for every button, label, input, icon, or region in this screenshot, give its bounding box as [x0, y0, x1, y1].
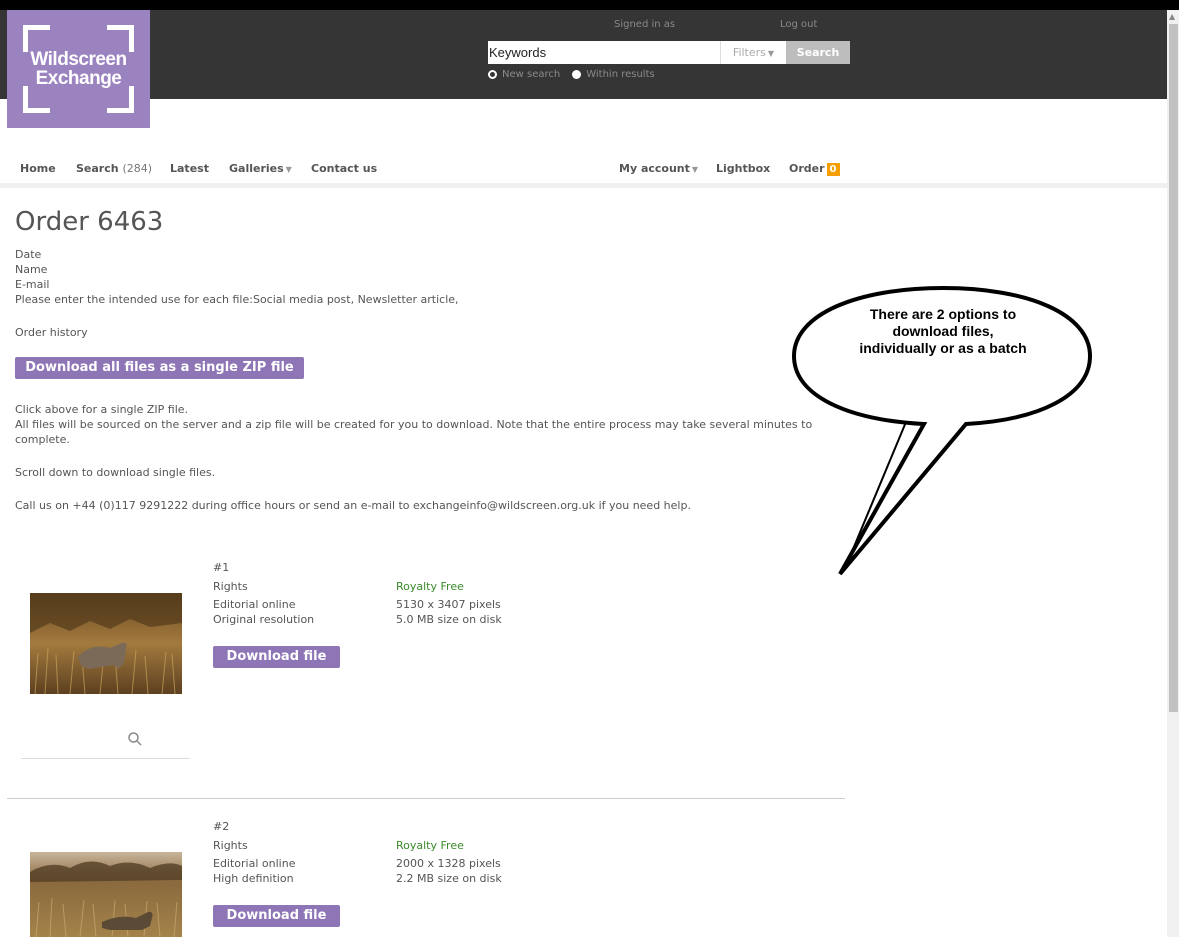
browser-top-bar — [0, 0, 1179, 10]
item-2-size: 2.2 MB size on disk — [396, 872, 502, 885]
radio-within-results-label: Within results — [586, 69, 655, 80]
zip-line-1: Click above for a single ZIP file. — [15, 403, 189, 416]
radio-new-search-label: New search — [502, 69, 561, 80]
radio-within-results[interactable] — [572, 70, 582, 79]
search-scope-radios: New search Within results — [488, 69, 667, 80]
logo-corner-icon — [107, 25, 134, 52]
search-button[interactable]: Search — [786, 41, 850, 64]
callout-line-1: There are 2 options to — [869, 306, 1017, 322]
item-1-rights-label: Rights — [213, 580, 248, 593]
item-1-resolution: Original resolution — [213, 613, 315, 626]
nav-search-label: Search — [76, 162, 119, 175]
nav-lightbox[interactable]: Lightbox — [716, 162, 770, 175]
logo-line-1: Wildscreen — [30, 49, 127, 70]
zip-instructions: Click above for a single ZIP file. All f… — [15, 402, 835, 447]
nav-order-label: Order — [789, 162, 825, 175]
nav-home[interactable]: Home — [20, 162, 56, 175]
item-2-rights-label: Rights — [213, 839, 248, 852]
order-history-link[interactable]: Order history — [15, 326, 88, 339]
item-2-pixels: 2000 x 1328 pixels — [396, 857, 501, 870]
caret-down-icon: ▼ — [691, 165, 699, 174]
page-title: Order 6463 — [15, 207, 164, 237]
nav-galleries[interactable]: Galleries ▼ — [229, 162, 292, 175]
site-logo[interactable]: Wildscreen Exchange — [7, 10, 150, 128]
search-icon[interactable] — [127, 731, 143, 747]
callout-text: There are 2 options to download files, i… — [830, 306, 1056, 357]
search-input[interactable]: Keywords — [488, 41, 720, 64]
item-2-download-button[interactable]: Download file — [213, 905, 340, 927]
item-2-resolution: High definition — [213, 872, 294, 885]
nav-galleries-label: Galleries — [229, 162, 284, 175]
item-2-number: #2 — [213, 820, 230, 833]
caret-down-icon: ▼ — [285, 165, 292, 174]
logo-corner-icon — [23, 86, 50, 113]
item-1-usage: Editorial online — [213, 598, 296, 611]
item-1-rights-value: Royalty Free — [396, 580, 464, 593]
filters-label: Filters — [732, 46, 766, 59]
order-count-badge: 0 — [826, 163, 840, 176]
logo-text: Wildscreen Exchange — [7, 50, 150, 88]
email-label: E-mail — [15, 278, 50, 291]
radio-new-search[interactable] — [488, 70, 497, 79]
nav-contact[interactable]: Contact us — [311, 162, 377, 175]
zip-line-2: All files will be sourced on the server … — [15, 418, 813, 446]
name-label: Name — [15, 263, 48, 276]
nav-search[interactable]: Search (284) — [76, 162, 152, 175]
scrollbar-thumb[interactable] — [1169, 24, 1178, 712]
logo-line-2: Exchange — [35, 68, 122, 89]
scroll-up-arrow-icon[interactable]: ▲ — [1169, 12, 1175, 21]
nav-my-account[interactable]: My account ▼ — [619, 162, 698, 175]
logo-corner-icon — [23, 25, 50, 52]
signed-in-label: Signed in as — [614, 19, 676, 30]
item-1-thumbnail[interactable] — [30, 593, 182, 694]
nav-latest[interactable]: Latest — [170, 162, 209, 175]
download-zip-button[interactable]: Download all files as a single ZIP file — [15, 357, 304, 379]
item-2-rights-value: Royalty Free — [396, 839, 464, 852]
nav-divider — [0, 183, 1167, 188]
item-2-thumbnail[interactable] — [30, 852, 182, 937]
help-text: Call us on +44 (0)117 9291222 during off… — [15, 499, 691, 512]
nav-order[interactable]: Order 0 — [789, 162, 840, 176]
nav-my-account-label: My account — [619, 162, 690, 175]
nav-search-count: (284) — [122, 162, 153, 175]
filters-dropdown[interactable]: Filters ▼ — [720, 41, 786, 64]
caret-down-icon: ▼ — [767, 49, 775, 58]
thumbnail-divider — [21, 758, 190, 759]
date-label: Date — [15, 248, 42, 261]
intended-use-text: Please enter the intended use for each f… — [15, 293, 459, 306]
scroll-note: Scroll down to download single files. — [15, 466, 216, 479]
item-divider — [7, 798, 845, 799]
callout-line-2: download files, — [892, 323, 994, 339]
main-nav: Home Search (284) Latest Galleries ▼ Cont… — [0, 158, 1167, 182]
item-1-size: 5.0 MB size on disk — [396, 613, 502, 626]
logo-corner-icon — [107, 86, 134, 113]
item-1-pixels: 5130 x 3407 pixels — [396, 598, 501, 611]
item-1-number: #1 — [213, 561, 230, 574]
callout-line-3: individually or as a batch — [859, 340, 1027, 356]
item-2-usage: Editorial online — [213, 857, 296, 870]
log-out-link[interactable]: Log out — [780, 19, 817, 30]
item-1-download-button[interactable]: Download file — [213, 646, 340, 668]
